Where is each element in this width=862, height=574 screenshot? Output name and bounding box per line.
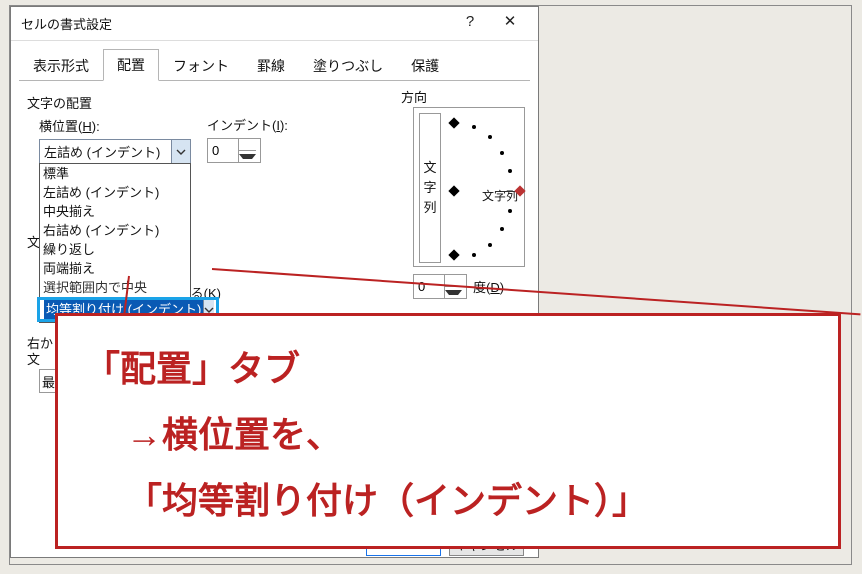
orientation-box: 文字列 文字列 [413,107,525,267]
tab-font[interactable]: フォント [159,50,243,81]
orientation-label: 方向 [401,87,427,106]
indent-spin-buttons[interactable] [238,139,256,162]
degree-input[interactable] [414,278,444,295]
horizontal-combo-button[interactable] [171,140,190,163]
option-repeat[interactable]: 繰り返し [40,240,190,259]
option-center[interactable]: 中央揃え [40,202,190,221]
close-button[interactable]: ✕ [490,12,530,36]
spin-down[interactable] [239,151,256,162]
tab-fill[interactable]: 塗りつぶし [299,50,397,81]
window-title: セルの書式設定 [21,14,450,33]
option-right-indent[interactable]: 右詰め (インデント) [40,221,190,240]
spin-up[interactable] [239,139,256,151]
titlebar: セルの書式設定 ? ✕ [11,7,538,41]
indent-input[interactable] [208,142,238,159]
option-standard[interactable]: 標準 [40,164,190,183]
rtl-sub-label: 文字 [27,349,53,368]
horizontal-combo[interactable]: 左詰め (インデント) [39,139,191,164]
orientation-horiz-text: 文字列 [482,187,518,204]
orientation-dial[interactable]: 文字列 [444,113,522,263]
annotation-line-2: →横位置を、 [126,406,818,458]
tab-border[interactable]: 罫線 [243,50,299,81]
horizontal-dropdown[interactable]: 標準 左詰め (インデント) 中央揃え 右詰め (インデント) 繰り返し 両端揃… [39,163,191,323]
help-button[interactable]: ? [450,12,490,36]
annotation-box: 「配置」タブ →横位置を、 「均等割り付け（インデント）」 [55,313,841,549]
tab-number[interactable]: 表示形式 [19,50,103,81]
option-justify[interactable]: 両端揃え [40,259,190,278]
annotation-line-1: 「配置」タブ [84,340,818,392]
indent-group: インデント(I): [207,115,288,163]
orientation-vertical-text[interactable]: 文字列 [419,113,441,263]
outer-frame: セルの書式設定 ? ✕ 表示形式 配置 フォント 罫線 塗りつぶし 保護 文字の… [9,5,852,565]
horizontal-combo-wrap: 左詰め (インデント) 標準 左詰め (インデント) 中央揃え 右詰め (インデ… [39,139,191,164]
indent-spinner[interactable] [207,138,261,163]
annotation-line-3: 「均等割り付け（インデント）」 [126,472,818,524]
tab-alignment[interactable]: 配置 [103,49,159,81]
tab-strip: 表示形式 配置 フォント 罫線 塗りつぶし 保護 [19,51,530,81]
option-left-indent[interactable]: 左詰め (インデント) [40,183,190,202]
tab-protection[interactable]: 保護 [397,50,453,81]
option-center-selection[interactable]: 選択範囲内で中央 [40,278,190,297]
indent-label: インデント(I): [207,115,288,134]
deg-spin-down[interactable] [445,287,462,298]
